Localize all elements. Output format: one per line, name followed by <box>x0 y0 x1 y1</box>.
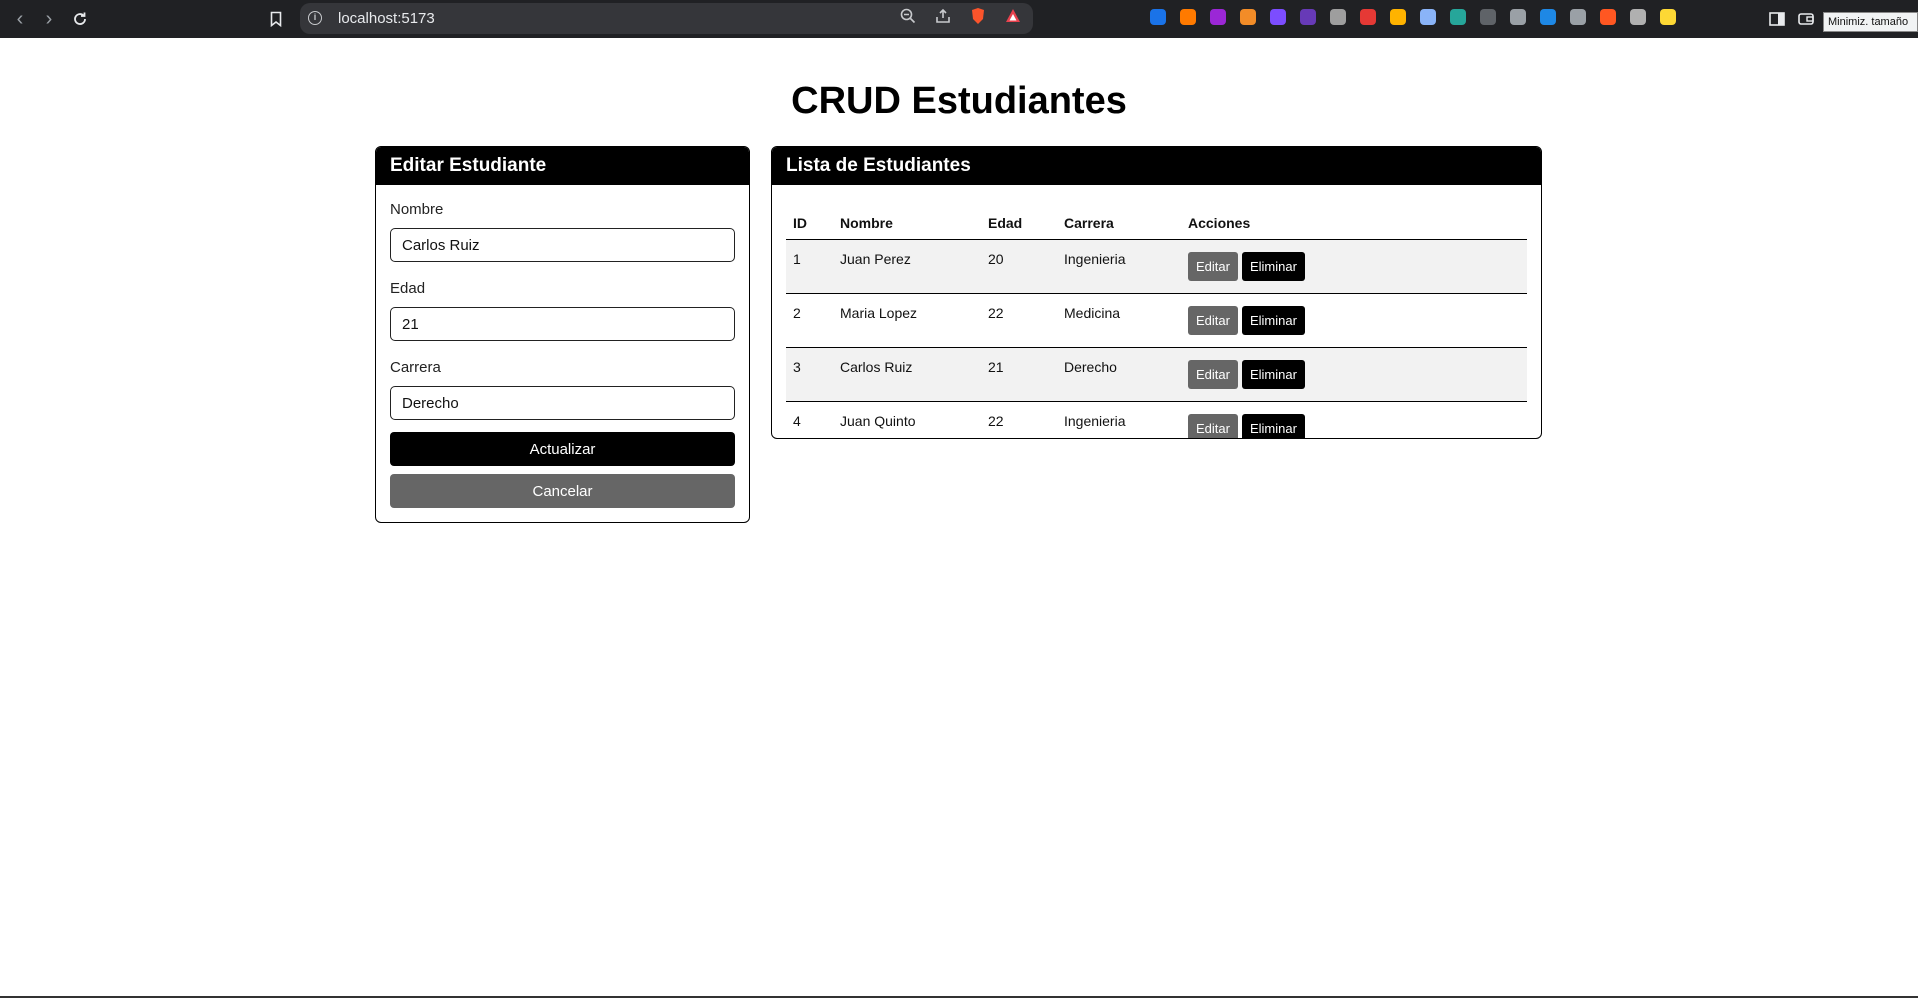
brave-rewards-icon[interactable] <box>1003 7 1023 25</box>
cell-edad: 21 <box>981 347 1057 402</box>
nombre-label: Nombre <box>390 201 444 218</box>
ext-yellow-icon[interactable] <box>1660 9 1676 25</box>
cell-nombre: Maria Lopez <box>833 293 981 348</box>
ext-fox-icon[interactable] <box>1240 9 1256 25</box>
cell-nombre: Juan Quinto <box>833 401 981 438</box>
forward-icon[interactable]: › <box>37 7 61 31</box>
url-text: localhost:5173 <box>338 10 435 27</box>
ext-purple-circle-icon[interactable] <box>1210 9 1226 25</box>
students-table: ID Nombre Edad Carrera Acciones 1 Juan P… <box>786 207 1527 438</box>
ext-pen-icon[interactable] <box>1630 9 1646 25</box>
delete-button[interactable]: Eliminar <box>1241 252 1305 281</box>
edit-student-card: Editar Estudiante Nombre Edad Carrera Ac… <box>375 146 750 523</box>
edad-label: Edad <box>390 280 426 297</box>
table-row: 2 Maria Lopez 22 Medicina Editar Eliminar <box>786 293 1527 348</box>
column-header-id: ID <box>786 207 833 240</box>
carrera-label: Carrera <box>390 359 441 376</box>
cell-id: 3 <box>786 347 833 402</box>
ext-flame-icon[interactable] <box>1600 9 1616 25</box>
table-row: 1 Juan Perez 20 Ingenieria Editar Elimina… <box>786 239 1527 294</box>
student-list-card: Lista de Estudiantes ID Nombre Edad Carr… <box>771 146 1542 439</box>
ext-purple-square-icon[interactable] <box>1270 9 1286 25</box>
cell-carrera: Ingenieria <box>1057 239 1181 294</box>
cell-edad: 20 <box>981 239 1057 294</box>
cell-acciones: Editar Eliminar <box>1181 293 1527 348</box>
cell-acciones: Editar Eliminar <box>1181 239 1527 294</box>
page-title: CRUD Estudiantes <box>791 80 1127 122</box>
column-header-acciones: Acciones <box>1181 207 1527 240</box>
cell-id: 2 <box>786 293 833 348</box>
brave-shield-icon[interactable] <box>968 7 988 25</box>
column-header-nombre: Nombre <box>833 207 981 240</box>
cell-carrera: Derecho <box>1057 347 1181 402</box>
cell-acciones: Editar Eliminar <box>1181 401 1527 438</box>
edad-input[interactable] <box>390 307 735 341</box>
cell-edad: 22 <box>981 293 1057 348</box>
delete-button[interactable]: Eliminar <box>1241 360 1305 389</box>
cell-nombre: Juan Perez <box>833 239 981 294</box>
table-row: 4 Juan Quinto 22 Ingenieria Editar Elimin… <box>786 401 1527 438</box>
cell-id: 4 <box>786 401 833 438</box>
ext-pin-icon[interactable] <box>1330 9 1346 25</box>
column-header-carrera: Carrera <box>1057 207 1181 240</box>
edit-button[interactable]: Editar <box>1188 360 1238 389</box>
edit-button[interactable]: Editar <box>1188 252 1238 281</box>
ext-check-icon[interactable] <box>1540 9 1556 25</box>
edit-button[interactable]: Editar <box>1188 306 1238 335</box>
table-header-row: ID Nombre Edad Carrera Acciones <box>786 207 1527 240</box>
carrera-input[interactable] <box>390 386 735 420</box>
ext-teal-icon[interactable] <box>1450 9 1466 25</box>
cancel-button[interactable]: Cancelar <box>390 474 735 508</box>
ext-orange-icon[interactable] <box>1180 9 1196 25</box>
sidebar-toggle-icon[interactable] <box>1765 7 1789 31</box>
edit-student-form: Nombre Edad Carrera Actualizar Cancelar <box>376 185 749 508</box>
ext-yellow-circle-icon[interactable] <box>1390 9 1406 25</box>
nombre-input[interactable] <box>390 228 735 262</box>
edit-button[interactable]: Editar <box>1188 414 1238 438</box>
wallet-icon[interactable] <box>1794 7 1818 31</box>
ext-puzzle-dark-icon[interactable] <box>1480 9 1496 25</box>
minimize-tooltip: Minimiz. tamaño <box>1823 12 1918 32</box>
cell-id: 1 <box>786 239 833 294</box>
zoom-icon[interactable] <box>898 7 918 25</box>
share-icon[interactable] <box>933 7 953 25</box>
ext-red-icon[interactable] <box>1360 9 1376 25</box>
address-bar[interactable]: i localhost:5173 <box>300 3 1033 34</box>
site-info-icon[interactable]: i <box>308 11 322 25</box>
ext-fi-icon[interactable] <box>1150 9 1166 25</box>
ext-camera-icon[interactable] <box>1510 9 1526 25</box>
ext-badge-icon[interactable] <box>1300 9 1316 25</box>
table-row: 3 Carlos Ruiz 21 Derecho Editar Eliminar <box>786 347 1527 402</box>
ext-doc-icon[interactable] <box>1420 9 1436 25</box>
cell-carrera: Ingenieria <box>1057 401 1181 438</box>
update-button[interactable]: Actualizar <box>390 432 735 466</box>
ext-window-icon[interactable] <box>1570 9 1586 25</box>
cell-acciones: Editar Eliminar <box>1181 347 1527 402</box>
delete-button[interactable]: Eliminar <box>1241 306 1305 335</box>
cell-carrera: Medicina <box>1057 293 1181 348</box>
delete-button[interactable]: Eliminar <box>1241 414 1305 438</box>
cell-nombre: Carlos Ruiz <box>833 347 981 402</box>
cell-edad: 22 <box>981 401 1057 438</box>
reload-icon[interactable] <box>68 7 92 31</box>
edit-student-header: Editar Estudiante <box>376 147 749 185</box>
browser-toolbar: ‹ › i localhost:5173 Minimiz. tamaño <box>0 0 1918 38</box>
bookmark-icon[interactable] <box>264 7 288 31</box>
column-header-edad: Edad <box>981 207 1057 240</box>
back-icon[interactable]: ‹ <box>8 7 32 31</box>
student-list-header: Lista de Estudiantes <box>772 147 1541 185</box>
